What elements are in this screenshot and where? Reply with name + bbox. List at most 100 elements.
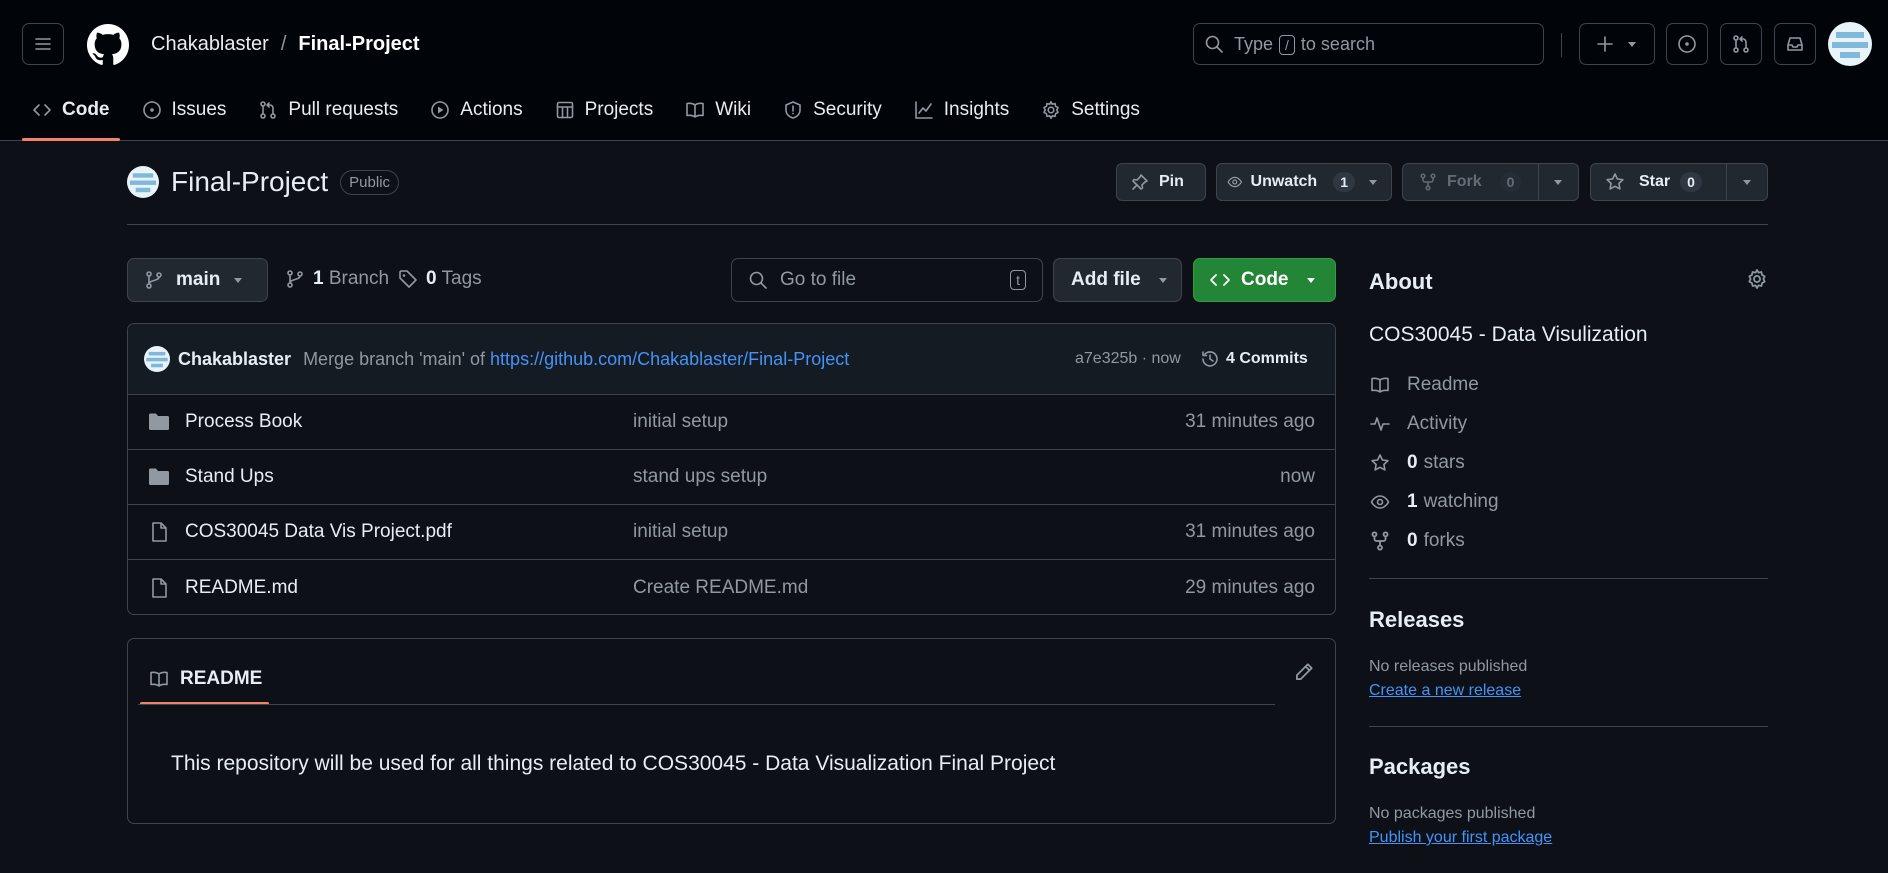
your-issues-button[interactable] [1666, 23, 1708, 65]
pin-button[interactable]: Pin [1116, 163, 1206, 201]
file-row-stand-ups[interactable]: Stand Ups stand ups setup now [128, 450, 1335, 505]
fork-main[interactable]: Fork 0 [1403, 172, 1538, 192]
book-icon [1371, 377, 1389, 393]
tab-actions[interactable]: Actions [420, 88, 532, 132]
tab-label: Issues [171, 99, 227, 120]
create-release-link[interactable]: Create a new release [1369, 682, 1521, 700]
user-avatar[interactable] [1828, 22, 1872, 66]
header-divider [1561, 33, 1562, 57]
star-dropdown[interactable] [1725, 164, 1768, 200]
tab-code[interactable]: Code [22, 88, 120, 141]
readme-header: README [128, 639, 1335, 705]
owner-avatar[interactable] [127, 166, 159, 198]
tags-link[interactable]: 0 Tags [398, 268, 482, 290]
forks-label: forks [1423, 530, 1465, 551]
branches-label: Branch [328, 268, 390, 289]
commit-hash-time[interactable]: a7e325b · now [1075, 350, 1181, 368]
add-file-label: Add file [1071, 269, 1141, 290]
code-icon [33, 104, 51, 116]
issue-icon [1678, 35, 1696, 53]
releases-heading[interactable]: Releases [1369, 607, 1464, 633]
readme-content: This repository will be used for all thi… [171, 752, 1056, 775]
watch-button[interactable]: Unwatch 1 [1216, 163, 1392, 201]
commit-message[interactable]: Merge branch 'main' of https://github.co… [303, 349, 849, 370]
about-forks-link[interactable]: 0 forks [1369, 530, 1465, 552]
triangle-down-icon [1554, 180, 1563, 185]
packages-heading[interactable]: Packages [1369, 754, 1471, 780]
history-icon [1202, 351, 1218, 367]
file-list: Chakablaster Merge branch 'main' of http… [127, 323, 1336, 615]
pencil-icon[interactable] [1293, 661, 1315, 683]
about-readme-link[interactable]: Readme [1369, 374, 1479, 396]
watch-dropdown[interactable] [1355, 176, 1391, 188]
search-icon [1205, 35, 1223, 53]
inbox-button[interactable] [1774, 23, 1816, 65]
fork-button[interactable]: Fork 0 [1402, 163, 1579, 201]
inbox-icon [1787, 37, 1803, 51]
forks-count: 0 [1407, 530, 1418, 551]
tab-projects[interactable]: Projects [545, 88, 664, 132]
star-icon [1606, 173, 1624, 190]
file-name[interactable]: Process Book [185, 411, 302, 433]
breadcrumb-repo[interactable]: Final-Project [298, 33, 419, 56]
fork-label: Fork [1447, 173, 1482, 190]
git-branch-icon [287, 270, 303, 288]
about-readme-label: Readme [1407, 374, 1479, 395]
tab-label: Insights [943, 99, 1010, 120]
readme-tab[interactable]: README [140, 653, 269, 705]
create-new-button[interactable] [1579, 23, 1655, 65]
repo-forked-icon [1371, 531, 1389, 551]
star-icon [1371, 454, 1389, 471]
search-placeholder-post: to search [1300, 33, 1375, 54]
branches-link[interactable]: 1 Branch [285, 268, 389, 290]
commit-author[interactable]: Chakablaster [178, 349, 291, 370]
about-activity-link[interactable]: Activity [1369, 413, 1467, 435]
git-branch-icon [146, 271, 162, 289]
about-stars-link[interactable]: 0 stars [1369, 452, 1465, 474]
triangle-down-icon [1369, 180, 1377, 185]
file-commit-message[interactable]: stand ups setup [633, 466, 767, 488]
publish-package-link[interactable]: Publish your first package [1369, 829, 1552, 847]
file-name[interactable]: Stand Ups [185, 466, 274, 488]
eye-icon [1227, 176, 1242, 188]
shield-icon [785, 101, 801, 119]
breadcrumb-owner[interactable]: Chakablaster [151, 33, 269, 56]
about-watching-link[interactable]: 1 watching [1369, 491, 1499, 513]
file-commit-message[interactable]: Create README.md [633, 577, 808, 599]
add-file-button[interactable]: Add file [1053, 258, 1182, 302]
branch-selector[interactable]: main [127, 258, 268, 302]
fork-dropdown[interactable] [1537, 164, 1579, 200]
file-commit-message[interactable]: initial setup [633, 411, 728, 433]
go-to-file-input[interactable]: Go to file t [731, 258, 1043, 302]
commit-message-link[interactable]: https://github.com/Chakablaster/Final-Pr… [490, 349, 849, 369]
tab-issues[interactable]: Issues [132, 88, 237, 132]
tab-security[interactable]: Security [773, 88, 892, 132]
file-row-readme[interactable]: README.md Create README.md 29 minutes ag… [128, 560, 1335, 614]
readme-panel: README This repository will be used for … [127, 638, 1336, 824]
github-logo-icon[interactable] [87, 24, 129, 66]
watching-label: watching [1423, 491, 1499, 512]
tab-settings[interactable]: Settings [1031, 88, 1150, 132]
gear-icon[interactable] [1746, 268, 1768, 290]
repo-name[interactable]: Final-Project [171, 166, 328, 198]
commits-link[interactable]: 4 Commits [1200, 349, 1308, 369]
file-row-process-book[interactable]: Process Book initial setup 31 minutes ag… [128, 395, 1335, 450]
tab-insights[interactable]: Insights [904, 88, 1019, 132]
star-main[interactable]: Star 0 [1591, 172, 1726, 192]
commit-author-avatar[interactable] [144, 346, 170, 372]
tab-pull-requests[interactable]: Pull requests [248, 88, 408, 132]
global-search-input[interactable]: Type / to search [1193, 23, 1544, 65]
menu-button[interactable] [22, 23, 64, 65]
file-name[interactable]: README.md [185, 577, 298, 599]
file-commit-message[interactable]: initial setup [633, 521, 728, 543]
tab-wiki[interactable]: Wiki [675, 88, 761, 132]
star-button[interactable]: Star 0 [1590, 163, 1768, 201]
file-row-project-pdf[interactable]: COS30045 Data Vis Project.pdf initial se… [128, 505, 1335, 560]
file-name[interactable]: COS30045 Data Vis Project.pdf [185, 521, 452, 543]
watching-count: 1 [1407, 491, 1418, 512]
gear-icon [1043, 101, 1060, 119]
watch-main[interactable]: Unwatch 1 [1217, 172, 1355, 192]
eye-icon [1370, 495, 1390, 509]
your-pull-requests-button[interactable] [1720, 23, 1762, 65]
code-button[interactable]: Code [1193, 258, 1336, 302]
